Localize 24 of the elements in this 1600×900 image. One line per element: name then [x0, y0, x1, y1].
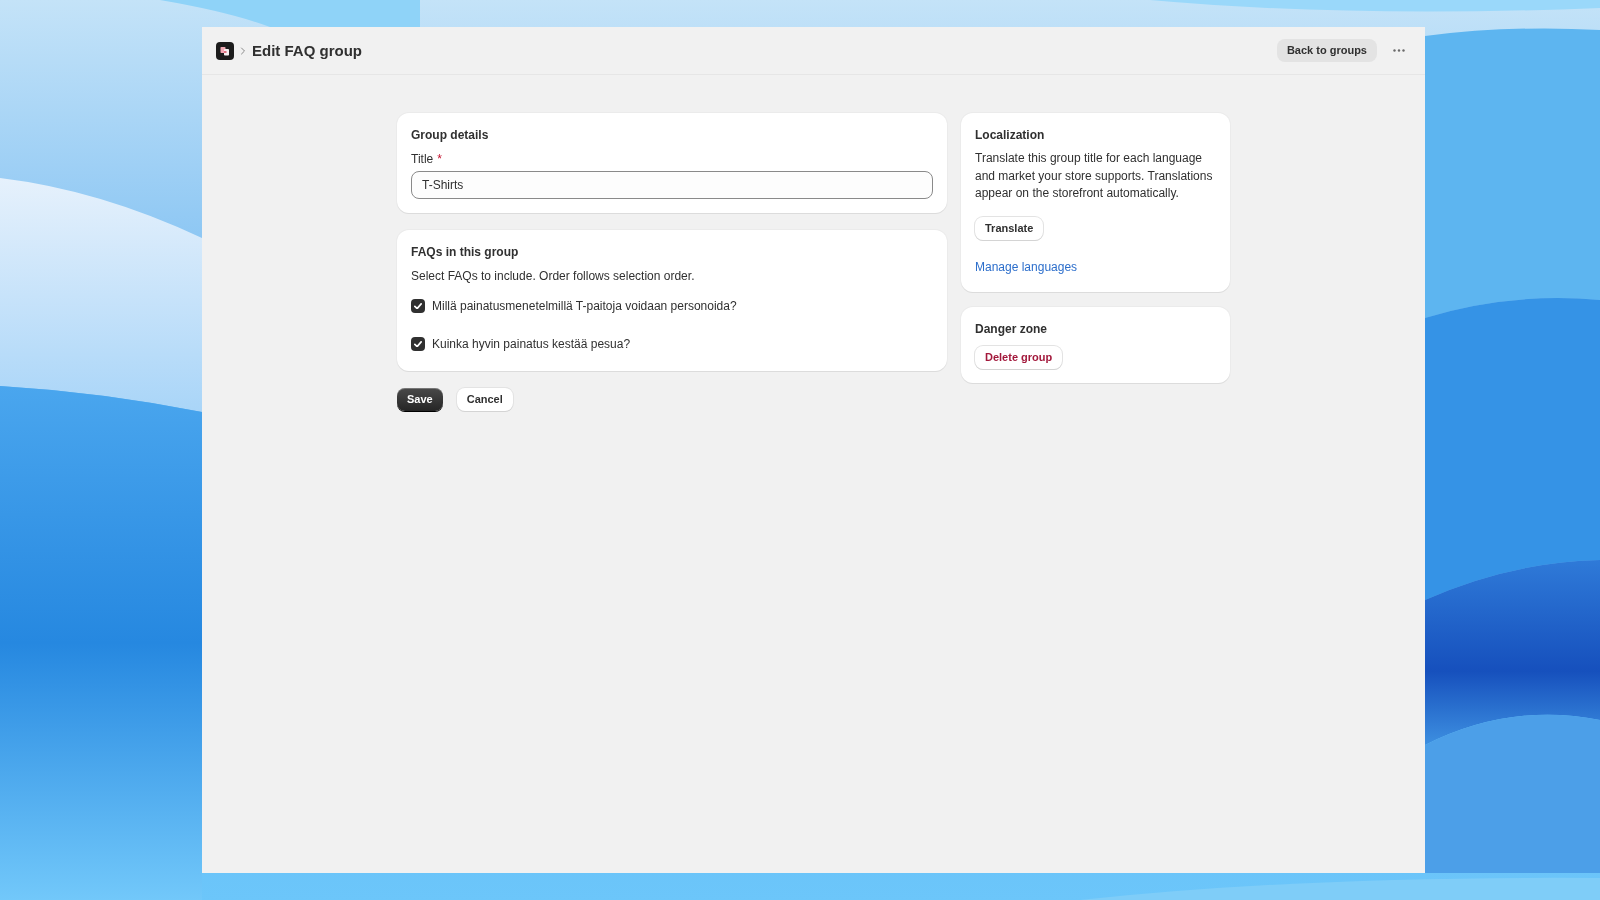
- delete-group-button[interactable]: Delete group: [975, 345, 1063, 369]
- field-label: Title: [411, 151, 434, 167]
- checkmark-icon: [414, 340, 422, 348]
- faq-option-label[interactable]: Millä painatusmenetelmillä T-paitoja voidaan personoida?: [432, 298, 737, 314]
- page-title: Edit FAQ group: [252, 40, 362, 61]
- checkbox[interactable]: [411, 299, 425, 313]
- card-description: Select FAQs to include. Order follows selection order.: [411, 268, 696, 284]
- faq-option-label[interactable]: Kuinka hyvin painatus kestää pesua?: [432, 336, 631, 352]
- card-heading: FAQs in this group: [411, 244, 520, 260]
- checkmark-icon: [414, 302, 422, 310]
- more-icon: [1393, 49, 1405, 52]
- card-heading: Localization: [975, 127, 1046, 143]
- card-heading: Danger zone: [975, 320, 1048, 337]
- checkbox[interactable]: [411, 337, 425, 351]
- app-logo-icon: [216, 41, 234, 60]
- cancel-button[interactable]: Cancel: [456, 388, 513, 411]
- title-input-field[interactable]: T-Shirts: [411, 171, 933, 199]
- back-button[interactable]: Back to groups: [1276, 39, 1377, 62]
- translate-button[interactable]: Translate: [975, 216, 1044, 240]
- save-button[interactable]: Save: [397, 388, 443, 411]
- manage-languages-link[interactable]: Manage languages: [975, 259, 1078, 274]
- required-marker: *: [437, 151, 442, 167]
- card-heading: Group details: [411, 127, 490, 143]
- card-description: Translate this group title for each language and market your store supports. Translations appear on the storefront automatically.: [975, 150, 1214, 202]
